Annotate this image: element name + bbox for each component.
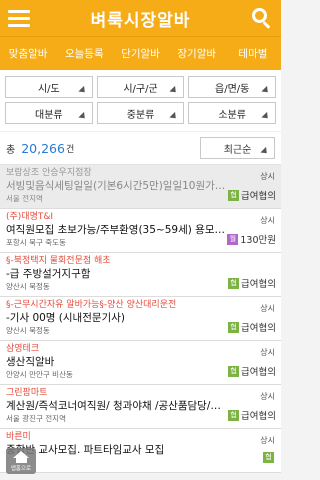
job-title: -기사 00명 (시내전문기사) xyxy=(6,312,125,324)
job-title: 중합반 교사모집. 파트타임교사 모집 xyxy=(6,444,165,456)
job-title: 생산직알바 xyxy=(6,356,55,368)
list-item[interactable]: §-북정택지 물회전문점 해초 -급 주방설거지구함 양산시 북정동 협 급여협의 xyxy=(0,253,281,297)
pay-amount: 급여협의 xyxy=(241,411,276,422)
company-name: 보람상조 안승우지점장 xyxy=(6,168,92,178)
pay-info: 협 급여협의 xyxy=(228,408,276,422)
dropdown-arrow-icon xyxy=(169,111,179,122)
sort-dropdown[interactable]: 최근순 xyxy=(200,137,275,159)
pay-info: 월 130만원 xyxy=(227,232,276,246)
dropdown-arrow-icon xyxy=(78,85,88,96)
count-unit: 건 xyxy=(65,144,75,155)
dropdown-arrow-icon xyxy=(261,85,271,96)
tab-today[interactable]: 오늘등록 xyxy=(56,37,112,70)
work-period: 상시 xyxy=(260,172,275,181)
city-label: 시/구/군 xyxy=(123,83,158,95)
work-period: 상시 xyxy=(260,392,275,401)
pay-amount: 130만원 xyxy=(240,235,276,246)
count-label: 총 xyxy=(6,144,16,156)
province-label: 시/도 xyxy=(37,83,60,95)
pay-info: 협 xyxy=(263,452,276,463)
sort-label: 최근순 xyxy=(223,144,252,156)
list-item[interactable]: 보람상조 안승우지점장서빙및음식세팅일일(기본6시간5만)일일10원가 .3개.… xyxy=(0,165,281,209)
app-screen: 벼룩시장알바 맞춤알바 오늘등록 단기알바 장기알바 테마별 시/도 시/구/군… xyxy=(0,0,281,480)
company-name: 그린팜마트 xyxy=(6,388,48,398)
province-dropdown[interactable]: 시/도 xyxy=(5,76,93,98)
filter-panel: 시/도 시/구/군 읍/면/동 대분류 중분류 소분류 xyxy=(0,70,281,131)
category-filter-row: 대분류 중분류 소분류 xyxy=(5,102,277,124)
result-count: 20,266 xyxy=(21,140,65,156)
pay-amount: 급여협의 xyxy=(241,191,276,202)
job-title: -급 주방설거지구함 xyxy=(6,268,91,280)
company-name: 바른미 xyxy=(6,432,31,442)
tab-theme[interactable]: 테마별 xyxy=(225,37,281,70)
district-dropdown[interactable]: 읍/면/동 xyxy=(188,76,277,98)
work-period: 상시 xyxy=(260,348,275,357)
tab-custom[interactable]: 맞춤알바 xyxy=(0,37,56,70)
pay-type-badge: 협 xyxy=(263,452,274,463)
pay-amount: 급여협의 xyxy=(241,367,276,378)
pay-type-badge: 협 xyxy=(228,277,240,289)
sub-category-dropdown[interactable]: 소분류 xyxy=(188,102,277,124)
category-tabs: 맞춤알바 오늘등록 단기알바 장기알바 테마별 xyxy=(0,36,281,70)
result-summary: 총 20,266 건 최근순 xyxy=(0,131,281,165)
pay-info: 협 급여협의 xyxy=(228,320,276,334)
tab-short-term[interactable]: 단기알바 xyxy=(112,37,168,70)
dropdown-arrow-icon xyxy=(260,146,270,157)
job-title: 여직원모집 초보가능/주부환영(35~59세) 용모단정... xyxy=(6,224,228,236)
app-home-label: 앱홈으로 xyxy=(10,465,32,472)
pay-info: 협 급여협의 xyxy=(228,364,276,378)
list-item[interactable]: §-근무시간자유 알바가능§-양산 양산대리운전 -기사 00명 (시내전문기사)… xyxy=(0,297,281,341)
pay-type-badge: 협 xyxy=(228,321,240,333)
pay-type-badge: 협 xyxy=(228,189,240,201)
sub-category-label: 소분류 xyxy=(218,109,246,121)
list-item[interactable]: 바른미중합반 교사모집. 파트타임교사 모집 상시협 xyxy=(0,429,281,473)
tab-long-term[interactable]: 장기알바 xyxy=(169,37,225,70)
pay-amount: 급여협의 xyxy=(241,323,276,334)
job-title: 계산원/즉석코너여직원/ 청과야채 /공산품담당/배달... xyxy=(6,400,228,412)
home-icon xyxy=(13,450,29,458)
app-home-button[interactable]: 앱홈으로 xyxy=(6,448,36,474)
app-title: 벼룩시장알바 xyxy=(90,10,191,31)
job-list: 보람상조 안승우지점장서빙및음식세팅일일(기본6시간5만)일일10원가 .3개.… xyxy=(0,165,281,473)
search-icon[interactable] xyxy=(251,7,273,29)
job-title: 서빙및음식세팅일일(기본6시간5만)일일10원가 .3개... xyxy=(6,180,228,192)
city-dropdown[interactable]: 시/구/군 xyxy=(96,76,185,98)
main-category-dropdown[interactable]: 대분류 xyxy=(5,102,93,124)
menu-icon[interactable] xyxy=(8,7,30,29)
main-category-label: 대분류 xyxy=(35,109,63,121)
work-period: 상시 xyxy=(260,216,275,225)
company-name: (주)대명T&I xyxy=(6,212,54,222)
company-name: 삼영테크 xyxy=(6,344,40,354)
dropdown-arrow-icon xyxy=(261,111,271,122)
dropdown-arrow-icon xyxy=(169,85,179,96)
list-item[interactable]: (주)대명T&I 여직원모집 초보가능/주부환영(35~59세) 용모단정... 포… xyxy=(0,209,281,253)
company-name: §-북정택지 물회전문점 해초 xyxy=(6,256,111,266)
region-filter-row: 시/도 시/구/군 읍/면/동 xyxy=(5,76,277,98)
district-label: 읍/면/동 xyxy=(215,83,250,95)
pay-info: 협 급여협의 xyxy=(228,188,276,202)
mid-category-dropdown[interactable]: 중분류 xyxy=(96,102,185,124)
mid-category-label: 중분류 xyxy=(126,109,155,121)
company-name: §-근무시간자유 알바가능§-양산 양산대리운전 xyxy=(6,300,177,310)
pay-type-badge: 협 xyxy=(228,409,240,421)
list-item[interactable]: 삼영테크 생산직알바 안양시 만안구 비산동 상시 협 급여협의 xyxy=(0,341,281,385)
top-bar: 벼룩시장알바 xyxy=(0,0,281,36)
work-period: 상시 xyxy=(260,436,275,445)
list-item[interactable]: 그린팜마트 계산원/즉석코너여직원/ 청과야채 /공산품담당/배달... 서울 광진… xyxy=(0,385,281,429)
dropdown-arrow-icon xyxy=(78,111,88,122)
work-period: 상시 xyxy=(260,304,275,313)
pay-type-badge: 월 xyxy=(227,233,239,245)
pay-type-badge: 협 xyxy=(228,365,240,377)
pay-amount: 급여협의 xyxy=(241,279,276,290)
pay-info: 협 급여협의 xyxy=(228,276,276,290)
